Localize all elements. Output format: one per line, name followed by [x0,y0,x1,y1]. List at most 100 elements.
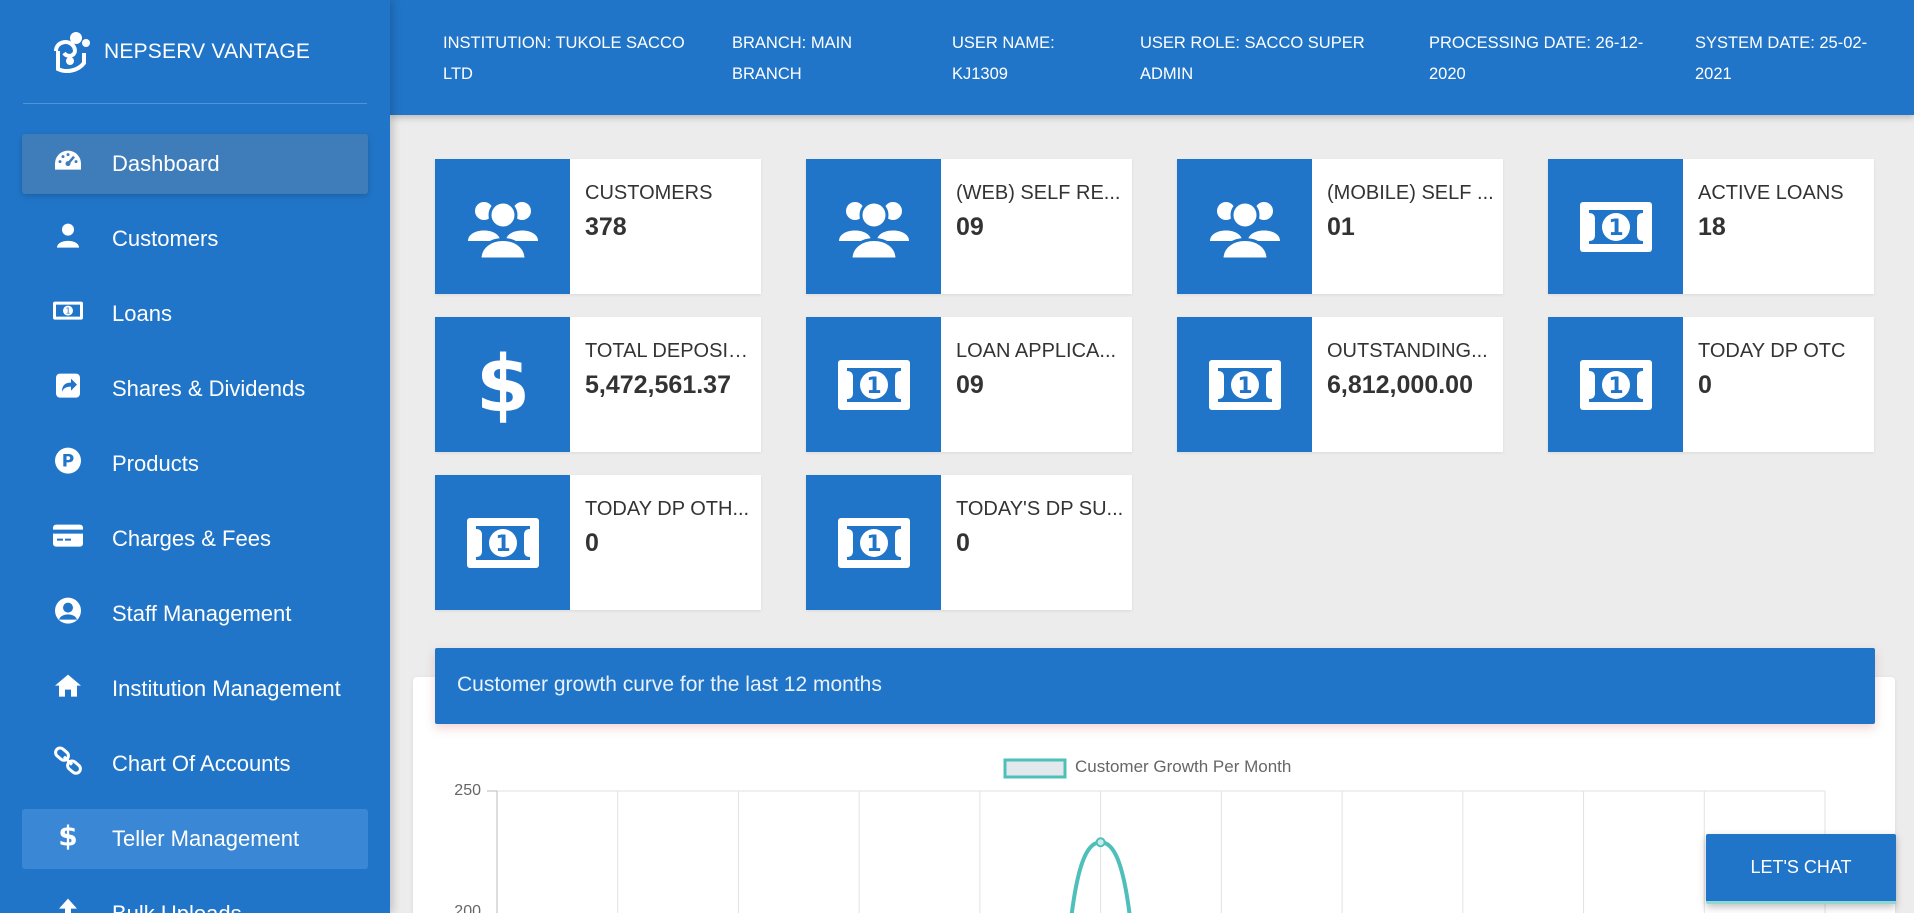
stat-card-outstanding[interactable]: 1 OUTSTANDING... 6,812,000.00 [1177,317,1503,452]
svg-text:P: P [62,452,74,472]
money-icon: 1 [52,297,84,325]
stat-card-today-dp-otc[interactable]: 1 TODAY DP OTC 0 [1548,317,1874,452]
lets-chat-button[interactable]: LET'S CHAT [1706,834,1896,904]
branch-label: BRANCH: MAIN BRANCH [732,34,853,83]
processing-date-label: PROCESSING DATE: 26-12-2020 [1429,34,1644,83]
stat-card-customers[interactable]: CUSTOMERS 378 [435,159,761,294]
svg-text:$: $ [478,345,528,425]
users-icon [1177,159,1312,294]
stat-card-title: TODAY'S DP SU... [956,498,1124,520]
stat-card-value: 0 [1698,371,1712,399]
user-name-label: USER NAME: KJ1309 [952,34,1055,83]
legend-label: Customer Growth Per Month [1075,757,1291,776]
y-tick-label: 200 [454,903,481,913]
system-date-label: SYSTEM DATE: 25-02-2021 [1695,34,1868,83]
sidebar-item-label: Customers [112,226,219,251]
stat-card-value: 01 [1327,213,1355,241]
stat-card-title: OUTSTANDING... [1327,340,1488,362]
sidebar-item-products[interactable]: P Products [22,434,368,494]
stat-card-value: 09 [956,371,984,399]
chart-panel-title: Customer growth curve for the last 12 mo… [457,673,882,696]
dollar-icon: $ [52,821,84,851]
svg-text:1: 1 [866,532,881,557]
sidebar-item-label: Charges & Fees [112,526,271,551]
stat-card-value: 09 [956,213,984,241]
stat-card-today-dp-oth[interactable]: 1 TODAY DP OTH... 0 [435,475,761,610]
sidebar-item-label: Teller Management [112,826,300,851]
stat-card-value: 0 [585,529,599,557]
customer-growth-chart: Customer Growth Per Month 250 200 [454,757,1826,913]
sidebar-item-bulk-uploads[interactable]: Bulk Uploads [22,884,368,913]
institution-label: INSTITUTION: TUKOLE SACCO LTD [443,34,685,83]
stat-card-value: 0 [956,529,970,557]
stat-card-web-self-re[interactable]: (WEB) SELF RE... 09 [806,159,1132,294]
sidebar-item-customers[interactable]: Customers [22,209,368,269]
sidebar: NEPSERV VANTAGE Dashboard Customers 1 Lo… [0,0,390,913]
svg-text:$: $ [58,821,77,851]
stat-card-active-loans[interactable]: 1 ACTIVE LOANS 18 [1548,159,1874,294]
sidebar-item-loans[interactable]: 1 Loans [22,284,368,344]
stat-card-loan-applica[interactable]: 1 LOAN APPLICA... 09 [806,317,1132,452]
svg-text:1: 1 [1237,374,1252,399]
users-icon [806,159,941,294]
stat-card-value: 6,812,000.00 [1327,371,1473,399]
stat-card-title: ACTIVE LOANS [1698,182,1844,204]
money-icon: 1 [806,317,941,452]
y-tick-label: 250 [454,782,481,799]
top-header: INSTITUTION: TUKOLE SACCO LTD BRANCH: MA… [390,0,1914,115]
sidebar-item-label: Institution Management [112,676,341,701]
brand-logo-icon [54,31,90,73]
sidebar-item-chart-of-accounts[interactable]: Chart Of Accounts [22,734,368,794]
sidebar-item-label: Bulk Uploads [112,901,242,913]
dashboard-icon [52,147,84,175]
sidebar-item-label: Loans [112,301,172,326]
brand[interactable]: NEPSERV VANTAGE [23,0,367,104]
user-icon [52,222,84,250]
money-icon: 1 [806,475,941,610]
sidebar-nav: Dashboard Customers 1 Loans Shares & Div… [0,104,390,913]
money-icon: 1 [1548,159,1683,294]
link-icon [52,746,84,775]
stat-card-title: (MOBILE) SELF ... [1327,182,1494,204]
legend-swatch[interactable] [1003,758,1067,779]
chart-grid [487,790,1826,913]
stat-card-title: TOTAL DEPOSITS [585,340,753,362]
svg-text:1: 1 [1608,216,1623,241]
chart-data-point[interactable] [1095,837,1106,848]
stat-card-value: 5,472,561.37 [585,371,731,399]
home-icon [52,672,84,700]
svg-text:1: 1 [866,374,881,399]
brand-name: NEPSERV VANTAGE [104,39,311,63]
sidebar-item-label: Shares & Dividends [112,376,306,401]
stat-card-mobile-self[interactable]: (MOBILE) SELF ... 01 [1177,159,1503,294]
sidebar-item-label: Dashboard [112,151,220,176]
sidebar-item-teller-management[interactable]: $ Teller Management [22,809,368,869]
sidebar-item-shares-dividends[interactable]: Shares & Dividends [22,359,368,419]
svg-text:1: 1 [495,532,510,557]
stat-card-title: CUSTOMERS [585,182,713,204]
sidebar-item-institution-management[interactable]: Institution Management [22,659,368,719]
sidebar-item-label: Chart Of Accounts [112,751,291,776]
sidebar-item-label: Staff Management [112,601,292,626]
sidebar-item-label: Products [112,451,199,476]
stat-card-title: TODAY DP OTH... [585,498,750,520]
share-icon [52,372,84,400]
stat-card-today-s-dp-su[interactable]: 1 TODAY'S DP SU... 0 [806,475,1132,610]
sidebar-item-dashboard[interactable]: Dashboard [22,134,368,194]
stat-card-total-deposits[interactable]: $ TOTAL DEPOSITS 5,472,561.37 [435,317,761,452]
credit-card-icon [52,522,84,550]
stat-card-title: (WEB) SELF RE... [956,182,1121,204]
stat-card-value: 18 [1698,213,1726,241]
sidebar-item-staff-management[interactable]: Staff Management [22,584,368,644]
money-icon: 1 [1548,317,1683,452]
svg-text:1: 1 [1608,374,1623,399]
user-circle-icon [52,597,84,625]
upload-icon [52,897,84,913]
sidebar-item-charges-fees[interactable]: Charges & Fees [22,509,368,569]
users-icon [435,159,570,294]
stat-card-value: 378 [585,213,627,241]
svg-text:1: 1 [65,307,70,316]
money-icon: 1 [435,475,570,610]
stat-card-title: LOAN APPLICA... [956,340,1117,362]
dollar-icon: $ [435,317,570,452]
